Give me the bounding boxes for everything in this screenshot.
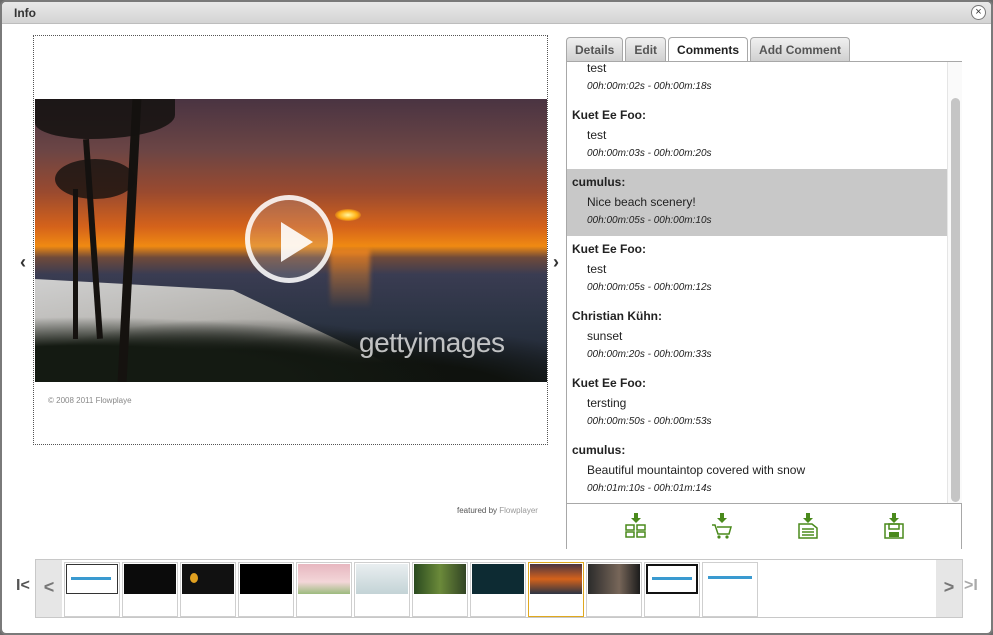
flowplayer-link[interactable]: Flowplayer [499,506,538,515]
strip-prev-button[interactable]: < [36,560,62,617]
comments-list: test 00h:00m:02s - 00h:00m:18s Kuet Ee F… [567,62,947,503]
thumbnail-image [182,564,234,594]
last-page-button[interactable]: >I [964,577,978,595]
comment-time: 00h:00m:50s - 00h:00m:53s [587,416,712,427]
palm-fronds [35,99,175,139]
tab-details[interactable]: Details [566,37,624,61]
comment-item[interactable]: Christian Kühn: sunset 00h:00m:20s - 00h… [567,303,947,370]
info-window: Info × ‹ gettyimages © 2008 2011 Flowpla… [0,0,993,635]
thumbnail-image [298,564,350,594]
scrollbar-thumb[interactable] [951,98,960,502]
next-item-arrow[interactable]: › [553,252,559,273]
comment-author: Christian Kühn: [572,309,662,323]
thumbnail[interactable] [354,562,410,617]
comment-item[interactable]: Kuet Ee Foo: tersting 00h:00m:50s - 00h:… [567,370,947,437]
thumbnail-image [530,564,582,594]
comment-time: 00h:00m:03s - 00h:00m:20s [587,148,712,159]
thumbnail[interactable] [296,562,352,617]
comment-text: Nice beach scenery! [587,195,696,209]
comment-author: Kuet Ee Foo: [572,108,646,122]
download-toolbar [567,503,961,549]
thumbnail-image [472,564,524,594]
comment-text: test [587,262,607,276]
video-player: gettyimages © 2008 2011 Flowplaye [33,35,548,445]
download-save-icon[interactable] [883,513,905,539]
thumbnail[interactable] [644,562,700,617]
thumbnail-image [356,564,408,594]
thumbnail[interactable] [180,562,236,617]
prev-item-arrow[interactable]: ‹ [20,252,26,273]
comment-item[interactable]: cumulus: Beautiful mountaintop covered w… [567,437,947,503]
thumbnail-image [124,564,176,594]
getty-watermark: gettyimages [359,327,505,359]
comment-author: cumulus: [572,175,626,189]
thumbnail[interactable] [470,562,526,617]
window-title: Info [14,6,36,20]
palm-trunk [73,189,78,339]
featured-by: featured by Flowplayer [457,506,538,515]
comment-item[interactable]: Kuet Ee Foo: test 00h:00m:05s - 00h:00m:… [567,236,947,303]
watermark-light: getty [359,327,418,358]
thumbnail-image [66,564,118,594]
featured-prefix: featured by [457,506,498,515]
thumbnail-image [240,564,292,594]
download-grid-icon[interactable] [625,513,647,539]
comment-text: test [587,128,607,142]
tab-add-comment[interactable]: Add Comment [750,37,851,61]
comment-time: 00h:00m:20s - 00h:00m:33s [587,349,712,360]
play-button[interactable] [245,195,333,283]
comment-time: 00h:00m:05s - 00h:00m:10s [587,215,712,226]
comment-item-selected[interactable]: cumulus: Nice beach scenery! 00h:00m:05s… [567,169,947,236]
comment-author: cumulus: [572,443,626,457]
strip-next-button[interactable]: > [936,560,962,617]
comments-scrollbar[interactable] [947,62,962,503]
palm-fronds [55,159,135,199]
comment-text: test [587,62,607,75]
thumbnail[interactable] [412,562,468,617]
thumbnail[interactable] [702,562,758,617]
tab-comments[interactable]: Comments [668,37,749,62]
download-cart-icon[interactable] [711,513,733,539]
comment-time: 00h:00m:02s - 00h:00m:18s [587,81,712,92]
player-copyright: © 2008 2011 Flowplaye [48,396,132,405]
comment-text: tersting [587,396,627,410]
comment-item[interactable]: test 00h:00m:02s - 00h:00m:18s [567,62,947,102]
comments-panel: test 00h:00m:02s - 00h:00m:18s Kuet Ee F… [566,61,962,549]
thumbnail-image [588,564,640,594]
video-frame[interactable]: gettyimages [35,99,547,382]
first-page-button[interactable]: I< [16,577,30,595]
thumbnail[interactable] [586,562,642,617]
comment-author: Kuet Ee Foo: [572,242,646,256]
sun-shape [335,209,361,221]
comment-text: Beautiful mountaintop covered with snow [587,463,806,477]
tab-bar: Details Edit Comments Add Comment [566,37,852,62]
thumbnail-strip: < > [35,559,963,618]
play-icon [281,222,313,262]
thumbnail[interactable] [122,562,178,617]
comment-author: Kuet Ee Foo: [572,376,646,390]
thumbnail-image [646,564,698,594]
comment-text: sunset [587,329,623,343]
thumbnail-image [414,564,466,594]
comment-time: 00h:01m:10s - 00h:01m:14s [587,483,712,494]
comment-time: 00h:00m:05s - 00h:00m:12s [587,282,712,293]
thumbnail-image [704,564,756,594]
title-bar: Info × [2,2,991,24]
thumbnail[interactable] [64,562,120,617]
tab-edit[interactable]: Edit [625,37,667,61]
download-document-icon[interactable] [797,513,819,539]
thumbnail-selected[interactable] [528,562,584,617]
close-button[interactable]: × [971,5,986,20]
thumbnail[interactable] [238,562,294,617]
watermark-bold: images [417,327,505,358]
comment-item[interactable]: Kuet Ee Foo: test 00h:00m:03s - 00h:00m:… [567,102,947,169]
